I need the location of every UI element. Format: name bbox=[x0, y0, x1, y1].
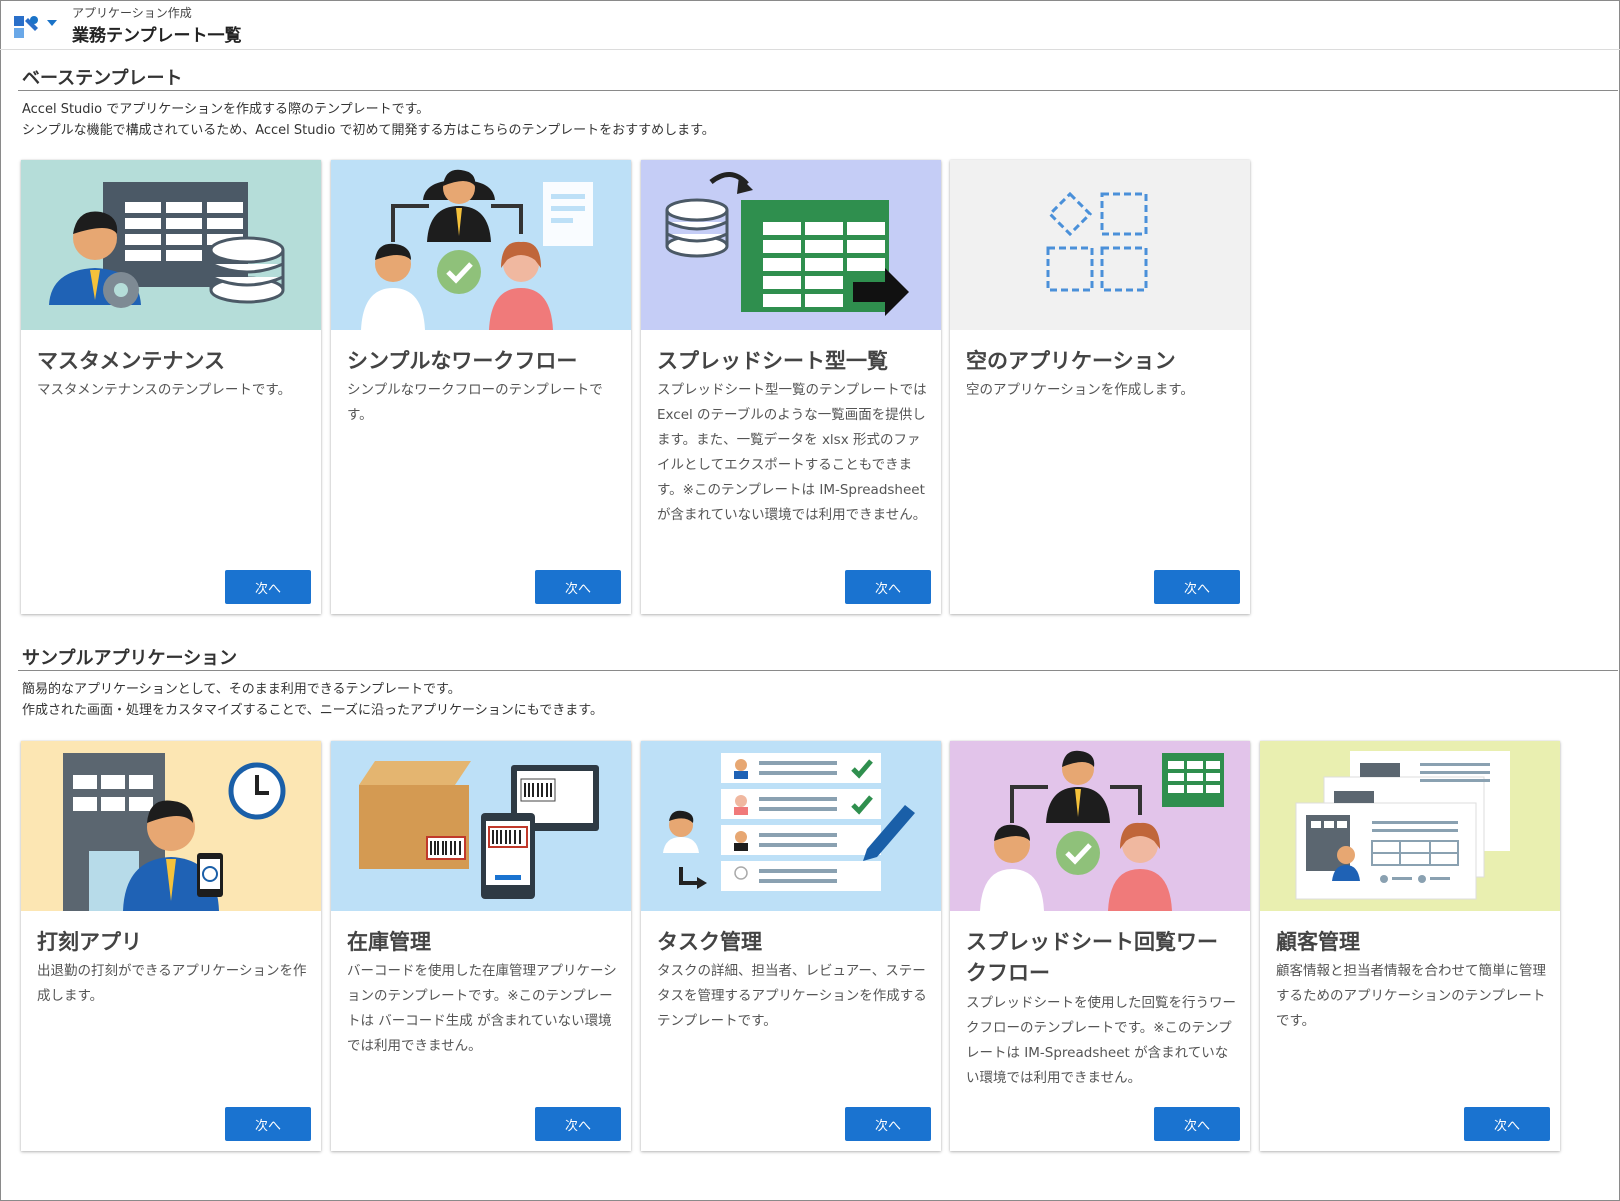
card-thumbnail bbox=[950, 160, 1250, 330]
card-thumbnail bbox=[1260, 741, 1560, 911]
template-card-simple-workflow[interactable]: シンプルなワークフロー シンプルなワークフローのテンプレートです。 次へ bbox=[331, 160, 631, 614]
card-title: スプレッドシート回覧ワークフロー bbox=[966, 930, 1218, 985]
card-title: 在庫管理 bbox=[347, 930, 431, 954]
next-button[interactable]: 次へ bbox=[225, 570, 311, 604]
description-line: 簡易的なアプリケーションとして、そのまま利用できるテンプレートです。 bbox=[22, 682, 461, 697]
thumb-bg bbox=[950, 160, 1250, 330]
card-thumbnail bbox=[641, 741, 941, 911]
card-title: マスタメンテナンス bbox=[37, 349, 225, 373]
next-button[interactable]: 次へ bbox=[845, 570, 931, 604]
description-line: シンプルな機能で構成されているため、Accel Studio で初めて開発する方… bbox=[22, 123, 715, 138]
template-card-master-maintenance[interactable]: マスタメンテナンス マスタメンテナンスのテンプレートです。 次へ bbox=[21, 160, 321, 614]
template-card-empty-application[interactable]: 空のアプリケーション 空のアプリケーションを作成します。 次へ bbox=[950, 160, 1250, 614]
description-line: Accel Studio でアプリケーションを作成する際のテンプレートです。 bbox=[22, 102, 430, 117]
card-title: 顧客管理 bbox=[1276, 930, 1360, 954]
next-button[interactable]: 次へ bbox=[1154, 1107, 1240, 1141]
section-divider bbox=[18, 90, 1618, 91]
card-thumbnail bbox=[331, 160, 631, 330]
app-menu-dropdown[interactable] bbox=[47, 20, 57, 26]
card-title: シンプルなワークフロー bbox=[347, 349, 578, 373]
card-description: タスクの詳細、担当者、レビュアー、ステータスを管理するアプリケーションを作成する… bbox=[657, 963, 927, 1029]
template-card-task-management[interactable]: タスク管理 タスクの詳細、担当者、レビュアー、ステータスを管理するアプリケーショ… bbox=[641, 741, 941, 1151]
breadcrumb[interactable]: アプリケーション作成 bbox=[72, 4, 192, 21]
card-description: 空のアプリケーションを作成します。 bbox=[966, 382, 1194, 398]
card-thumbnail bbox=[21, 741, 321, 911]
card-description: 顧客情報と担当者情報を合わせて簡単に管理するためのアプリケーションのテンプレート… bbox=[1276, 963, 1546, 1029]
empty-application-illustration bbox=[950, 160, 1250, 330]
card-thumbnail bbox=[21, 160, 321, 330]
section-title-base: ベーステンプレート bbox=[22, 68, 183, 89]
card-description: シンプルなワークフローのテンプレートです。 bbox=[347, 382, 603, 423]
next-button[interactable]: 次へ bbox=[845, 1107, 931, 1141]
inventory-illustration bbox=[331, 741, 631, 911]
template-card-spreadsheet-circulation-workflow[interactable]: スプレッドシート回覧ワークフロー スプレッドシートを使用した回覧を行うワークフロ… bbox=[950, 741, 1250, 1151]
card-title: タスク管理 bbox=[657, 930, 762, 954]
card-title: 打刻アプリ bbox=[37, 930, 142, 954]
section-description-sample: 簡易的なアプリケーションとして、そのまま利用できるテンプレートです。 作成された… bbox=[22, 679, 603, 721]
master-maintenance-illustration bbox=[21, 160, 321, 330]
card-description: マスタメンテナンスのテンプレートです。 bbox=[37, 382, 292, 398]
card-title: スプレッドシート型一覧 bbox=[657, 349, 888, 373]
next-button[interactable]: 次へ bbox=[1464, 1107, 1550, 1141]
card-description: スプレッドシート型一覧のテンプレートでは Excel のテーブルのような一覧画面… bbox=[657, 382, 927, 523]
card-thumbnail bbox=[331, 741, 631, 911]
spreadsheet-list-illustration bbox=[641, 160, 941, 330]
card-thumbnail bbox=[641, 160, 941, 330]
app-builder-icon[interactable] bbox=[12, 10, 42, 40]
customer-management-illustration bbox=[1260, 741, 1560, 911]
spreadsheet-circulation-illustration bbox=[950, 741, 1250, 911]
card-description: バーコードを使用した在庫管理アプリケーションのテンプレートです。※このテンプレー… bbox=[347, 963, 617, 1054]
card-thumbnail bbox=[950, 741, 1250, 911]
card-description: 出退勤の打刻ができるアプリケーションを作成します。 bbox=[37, 963, 307, 1004]
page-header: アプリケーション作成 業務テンプレート一覧 bbox=[0, 0, 1620, 50]
template-card-inventory[interactable]: 在庫管理 バーコードを使用した在庫管理アプリケーションのテンプレートです。※この… bbox=[331, 741, 631, 1151]
time-clock-illustration bbox=[21, 741, 321, 911]
card-title: 空のアプリケーション bbox=[966, 349, 1176, 373]
description-line: 作成された画面・処理をカスタマイズすることで、ニーズに沿ったアプリケーションにも… bbox=[22, 703, 603, 718]
task-management-illustration bbox=[641, 741, 941, 911]
section-title-sample: サンプルアプリケーション bbox=[22, 648, 238, 669]
section-divider bbox=[18, 670, 1618, 671]
section-description-base: Accel Studio でアプリケーションを作成する際のテンプレートです。 シ… bbox=[22, 99, 715, 141]
template-card-customer-management[interactable]: 顧客管理 顧客情報と担当者情報を合わせて簡単に管理するためのアプリケーションのテ… bbox=[1260, 741, 1560, 1151]
page-title: 業務テンプレート一覧 bbox=[72, 26, 242, 46]
next-button[interactable]: 次へ bbox=[225, 1107, 311, 1141]
next-button[interactable]: 次へ bbox=[535, 570, 621, 604]
template-card-spreadsheet-list[interactable]: スプレッドシート型一覧 スプレッドシート型一覧のテンプレートでは Excel の… bbox=[641, 160, 941, 614]
next-button[interactable]: 次へ bbox=[1154, 570, 1240, 604]
simple-workflow-illustration bbox=[331, 160, 631, 330]
next-button[interactable]: 次へ bbox=[535, 1107, 621, 1141]
card-description: スプレッドシートを使用した回覧を行うワークフローのテンプレートです。※このテンプ… bbox=[966, 995, 1236, 1086]
template-card-time-clock[interactable]: 打刻アプリ 出退勤の打刻ができるアプリケーションを作成します。 次へ bbox=[21, 741, 321, 1151]
